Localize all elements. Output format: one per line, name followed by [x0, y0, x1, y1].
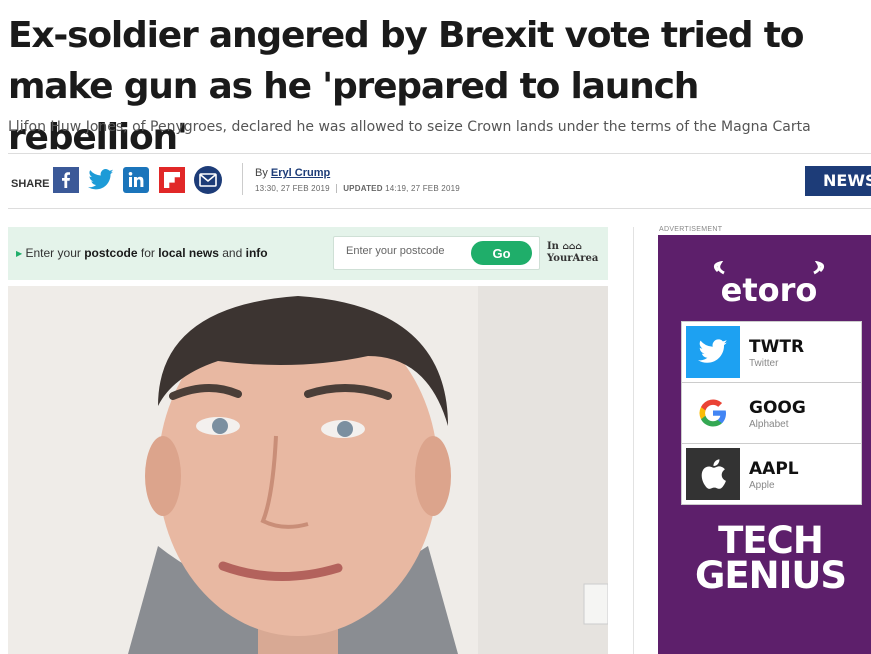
stock-name: Apple [749, 480, 775, 491]
article-headline: Ex-soldier angered by Brexit vote tried … [8, 15, 804, 158]
flipboard-share-button[interactable] [159, 167, 185, 193]
article-standfirst: Llifon Huw Jones, of Penygroes, declared… [8, 119, 811, 135]
email-icon [199, 173, 217, 187]
stock-symbol: TWTR [749, 337, 805, 357]
column-separator [633, 227, 634, 654]
published-time: 13:30, 27 FEB 2019 [255, 184, 330, 193]
stock-name: Twitter [749, 358, 779, 369]
article-photo [8, 286, 608, 654]
facebook-icon [62, 172, 70, 188]
chevron-right-icon: ▶ [16, 249, 23, 258]
share-label: SHARE [11, 178, 50, 190]
facebook-share-button[interactable] [53, 167, 79, 193]
houses-icon: ⌂⌂⌂ [562, 242, 582, 252]
updated-label: UPDATED [336, 184, 383, 193]
stock-name: Alphabet [749, 419, 789, 430]
flipboard-icon [164, 172, 180, 188]
stock-card[interactable]: AAPL Apple [681, 443, 862, 505]
email-share-button[interactable] [194, 166, 222, 194]
etoro-advert[interactable]: etoro TWTR Twitter GOOG Alphabet AAPL Ap… [658, 235, 871, 654]
postcode-widget: ▶ Enter your postcode for local news and… [8, 227, 608, 280]
twitter-icon [686, 326, 740, 378]
postcode-input[interactable] [344, 244, 468, 258]
postcode-prompt: ▶ Enter your postcode for local news and… [16, 246, 268, 260]
stock-card[interactable]: GOOG Alphabet [681, 382, 862, 444]
linkedin-share-button[interactable] [123, 167, 149, 193]
byline: By Eryl Crump [255, 167, 330, 179]
updated-time: 14:19, 27 FEB 2019 [385, 184, 460, 193]
apple-icon [686, 448, 740, 500]
inyourarea-logo[interactable]: In ⌂⌂⌂ YourArea [547, 241, 598, 264]
stock-symbol: GOOG [749, 398, 806, 418]
twitter-share-button[interactable] [88, 167, 114, 193]
byline-separator [242, 163, 243, 195]
etoro-logo: etoro [713, 261, 825, 307]
advert-tagline: TECH GENIUS [694, 519, 847, 597]
divider [8, 208, 871, 209]
stock-card[interactable]: TWTR Twitter [681, 321, 862, 383]
divider [8, 153, 871, 154]
article-timestamps: 13:30, 27 FEB 2019 UPDATED 14:19, 27 FEB… [255, 184, 460, 193]
author-link[interactable]: Eryl Crump [271, 167, 330, 179]
section-tag-news[interactable]: NEWS [805, 166, 871, 196]
stock-symbol: AAPL [749, 459, 799, 479]
advertisement-label: ADVERTISEMENT [659, 226, 723, 233]
twitter-icon [88, 169, 114, 190]
postcode-form: Go [333, 236, 540, 270]
linkedin-icon [128, 172, 144, 187]
go-button[interactable]: Go [471, 241, 532, 265]
svg-text:etoro: etoro [721, 271, 818, 307]
google-icon [686, 387, 740, 439]
byline-prefix: By [255, 167, 268, 179]
